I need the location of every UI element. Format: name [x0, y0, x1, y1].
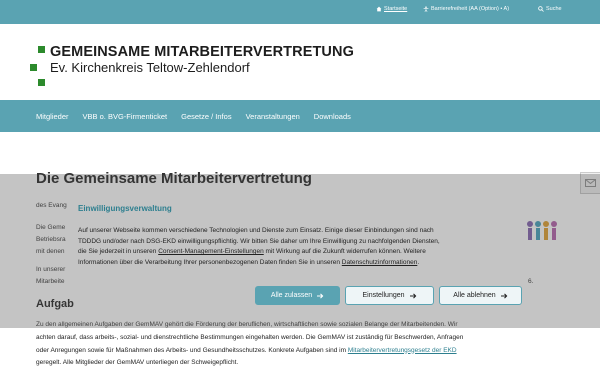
consent-line: die Sie jederzeit in unseren Consent-Man…	[78, 247, 548, 258]
consent-line: Informationen über die Verarbeitung Ihre…	[78, 258, 548, 269]
tasks-text-segment: oder Anregungen sowie für Maßnahmen des …	[36, 346, 348, 354]
accessibility-icon	[423, 6, 429, 12]
consent-settings-link[interactable]: Consent-Management-Einstellungen	[158, 248, 264, 255]
settings-label: Einstellungen	[362, 292, 405, 299]
consent-text-segment: mit Wirkung auf die Zukunft widerrufen k…	[263, 248, 426, 255]
tasks-paragraph: achten darauf, dass arbeits-, sozial- un…	[36, 332, 581, 370]
privacy-link[interactable]: Datenschutzinformationen	[342, 259, 418, 266]
nav-item-gesetze[interactable]: Gesetze / Infos	[181, 112, 231, 121]
consent-title: Einwilligungsverwaltung	[78, 204, 172, 213]
consent-text: Auf unserer Webseite kommen verschiedene…	[78, 226, 548, 268]
consent-dialog: Einwilligungsverwaltung Auf unserer Webs…	[60, 196, 548, 318]
site-header: GEMEINSAME MITARBEITERVERTRETUNG Ev. Kir…	[0, 24, 600, 100]
logo-square-bottom	[38, 79, 45, 86]
home-link-label: Startseite	[384, 6, 408, 12]
nav-item-downloads[interactable]: Downloads	[314, 112, 351, 121]
consent-line: TDDDG und/oder nach DSG-EKD einwilligung…	[78, 237, 440, 245]
logo-square-middle	[30, 64, 37, 71]
search-link-label: Suche	[546, 6, 562, 12]
consent-text-segment: .	[417, 258, 420, 266]
nav-item-mitglieder[interactable]: Mitglieder	[36, 112, 69, 121]
nav-item-firmenticket[interactable]: VBB o. BVG-Firmenticket	[83, 112, 168, 121]
accept-all-button[interactable]: Alle zulassen	[255, 286, 340, 305]
reject-all-label: Alle ablehnen	[453, 292, 496, 299]
consent-text-segment: die Sie jederzeit in unseren	[78, 248, 159, 255]
consent-text-segment: Informationen über die Verarbeitung Ihre…	[78, 258, 342, 266]
main-nav: Mitglieder VBB o. BVG-Firmenticket Geset…	[0, 100, 600, 132]
home-link[interactable]: Startseite	[376, 6, 407, 12]
arrow-right-icon	[317, 293, 324, 298]
arrow-right-icon	[409, 293, 416, 298]
settings-button[interactable]: Einstellungen	[345, 286, 434, 305]
mvg-ekd-link[interactable]: Mitarbeitervertretungsgesetz der EKD	[348, 347, 457, 354]
nav-item-veranstaltungen[interactable]: Veranstaltungen	[246, 112, 300, 121]
reject-all-button[interactable]: Alle ablehnen	[439, 286, 522, 305]
search-link[interactable]: Suche	[538, 6, 562, 12]
accessibility-link-label: Barrierefreiheit (AA (Option) • A)	[431, 6, 510, 12]
arrow-right-icon	[500, 293, 508, 298]
tasks-line: achten darauf, dass arbeits-, sozial- un…	[36, 334, 464, 341]
home-icon	[376, 6, 382, 12]
tasks-line: oder Anregungen sowie für Maßnahmen des …	[36, 345, 581, 358]
logo-title: GEMEINSAME MITARBEITERVERTRETUNG	[50, 44, 354, 60]
consent-line: Auf unserer Webseite kommen verschiedene…	[78, 227, 434, 234]
accept-all-label: Alle zulassen	[270, 292, 313, 299]
accessibility-link[interactable]: Barrierefreiheit (AA (Option) • A)	[423, 6, 509, 12]
tasks-line: geregelt. Alle Mitglieder der GemMAV unt…	[36, 359, 239, 366]
top-utility-bar: Startseite Barrierefreiheit (AA (Option)…	[0, 0, 600, 24]
logo-square-top	[38, 46, 45, 53]
search-icon	[538, 6, 544, 12]
logo-subtitle: Ev. Kirchenkreis Teltow-Zehlendorf	[50, 60, 250, 75]
